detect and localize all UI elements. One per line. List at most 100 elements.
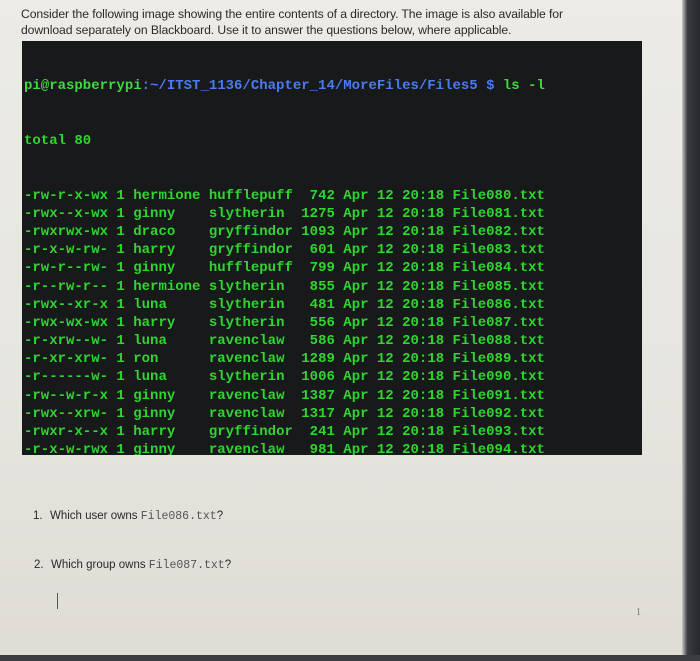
link-count: 1 [116,369,134,386]
prompt-command: ls -l [494,78,545,95]
file-group: slytherin [208,296,293,313]
file-size: 1275 [292,205,344,222]
file-group: ravenclaw [208,405,293,422]
file-size: 799 [292,260,344,277]
intro-line-1: Consider the following image showing the… [21,7,563,21]
file-month: Apr [343,314,377,331]
file-name: File092.txt [452,405,545,422]
file-owner: harry [133,424,209,441]
terminal-screenshot: pi@raspberrypi:~/ITST_1136/Chapter_14/Mo… [22,41,642,455]
file-name: File087.txt [452,314,545,331]
file-day: 12 [376,314,403,331]
file-size: 855 [292,278,344,295]
file-day: 12 [376,205,403,222]
file-permissions: -r-xr-xrw- [24,351,117,368]
listing-row: -rw-r--rw- 1 ginny hufflepuff 799 Apr 12… [24,259,642,277]
file-permissions: -rwxr-x--x [24,424,117,441]
file-month: Apr [343,442,377,455]
listing-row: -rwx--x-wx 1 ginny slytherin 1275 Apr 12… [24,205,642,223]
link-count: 1 [116,242,134,259]
file-day: 12 [376,424,403,441]
link-count: 1 [116,424,134,441]
link-count: 1 [116,442,134,455]
file-owner: ginny [133,442,209,455]
file-time: 20:18 [402,333,453,350]
file-name: File093.txt [452,424,545,441]
file-day: 12 [376,187,403,204]
file-owner: hermione [133,187,209,204]
file-size: 601 [292,242,344,259]
file-owner: ginny [133,205,209,222]
file-size: 1387 [292,387,344,404]
link-count: 1 [116,333,134,350]
file-time: 20:18 [402,424,453,441]
file-group: hufflepuff [208,260,293,277]
file-month: Apr [343,351,377,368]
file-name: File082.txt [452,223,545,240]
file-owner: ginny [133,405,209,422]
link-count: 1 [116,351,134,368]
file-owner: ginny [133,260,209,277]
listing-row: -rwx--xr-x 1 luna slytherin 481 Apr 12 2… [24,296,642,314]
file-month: Apr [343,205,377,222]
file-time: 20:18 [402,242,453,259]
file-month: Apr [343,387,377,404]
file-name: File085.txt [452,278,545,295]
file-month: Apr [343,278,377,295]
file-time: 20:18 [402,369,453,386]
file-group: slytherin [208,369,293,386]
file-permissions: -r-xrw--w- [24,333,117,350]
file-day: 12 [376,405,403,422]
file-permissions: -r-x-w-rwx [24,442,117,455]
file-group: ravenclaw [208,351,293,368]
file-month: Apr [343,223,377,240]
file-time: 20:18 [402,296,453,313]
link-count: 1 [116,278,134,295]
file-group: gryffindor [208,424,293,441]
file-day: 12 [376,387,403,404]
link-count: 1 [116,405,134,422]
link-count: 1 [116,260,134,277]
file-owner: hermione [133,278,209,295]
file-permissions: -rwx--xr-x [24,296,117,313]
file-size: 1093 [292,223,344,240]
listing-row: -rwxr-x--x 1 harry gryffindor 241 Apr 12… [24,423,642,441]
file-permissions: -rwx--xrw- [24,405,117,422]
file-size: 586 [292,333,344,350]
terminal-total-line: total 80 [24,133,92,149]
link-count: 1 [116,223,134,240]
file-group: ravenclaw [208,333,293,350]
file-permissions: -rwxrwx-wx [24,223,117,240]
file-group: gryffindor [208,242,293,259]
file-time: 20:18 [402,223,453,240]
listing-row: -r-xrw--w- 1 luna ravenclaw 586 Apr 12 2… [24,332,642,350]
text-cursor[interactable] [57,593,58,609]
screen-bezel-bottom [0,655,700,661]
file-name: File083.txt [452,242,545,259]
file-time: 20:18 [402,351,453,368]
file-permissions: -rwx-wx-wx [24,314,117,331]
file-name: File090.txt [452,369,545,386]
file-name: File089.txt [452,351,545,368]
file-time: 20:18 [402,442,453,455]
file-day: 12 [376,369,403,386]
file-name: File091.txt [452,387,545,404]
page-number: 1 [636,607,641,618]
question-number: 1. [33,510,43,522]
file-permissions: -rw--w-r-x [24,387,117,404]
file-month: Apr [343,424,377,441]
file-name: File080.txt [452,187,545,204]
file-size: 1317 [292,405,344,422]
file-day: 12 [376,442,403,455]
question-suffix: ? [224,559,232,571]
file-time: 20:18 [402,205,453,222]
file-permissions: -r------w- [24,369,117,386]
file-name: File084.txt [452,260,545,277]
file-time: 20:18 [402,314,453,331]
file-time: 20:18 [402,260,453,277]
file-name: File094.txt [452,442,545,455]
file-permissions: -r--rw-r-- [24,278,117,295]
file-size: 481 [292,296,344,313]
listing-row: -r------w- 1 luna slytherin 1006 Apr 12 … [24,368,642,386]
listing-row: -r--rw-r-- 1 hermione slytherin 855 Apr … [24,278,642,296]
